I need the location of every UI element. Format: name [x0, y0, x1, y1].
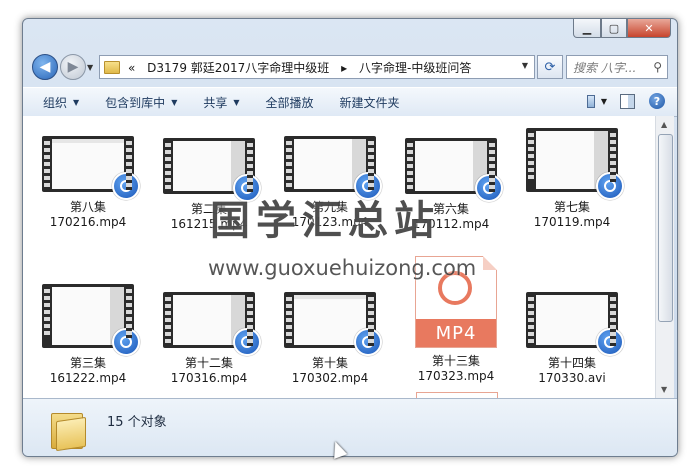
- watermark-url: www.guoxuehuizong.com: [208, 256, 477, 280]
- share-label: 共享: [203, 95, 228, 110]
- item-count: 15 个对象: [107, 415, 167, 430]
- media-player-icon: [596, 328, 624, 356]
- organize-label: 组织: [43, 95, 68, 110]
- file-name: 第十二集 170316.mp4: [170, 356, 248, 385]
- include-library-label: 包含到库中: [105, 95, 166, 110]
- watermark-title: 国学汇总站: [210, 198, 440, 244]
- file-name: 第三集 161222.mp4: [49, 356, 127, 385]
- file-item[interactable]: 第三集 161222.mp4: [38, 284, 140, 386]
- breadcrumb-item[interactable]: 八字命理-中级班问答: [359, 61, 471, 75]
- back-button[interactable]: ◀: [32, 54, 58, 80]
- window-controls: ▁ ▢ ✕: [573, 19, 671, 38]
- chevron-down-icon: ▼: [73, 97, 80, 107]
- toolbar-right: ▼ ?: [577, 92, 667, 110]
- media-player-icon: [354, 328, 382, 356]
- video-thumbnail: [163, 138, 261, 202]
- new-folder-button[interactable]: 新建文件夹: [334, 94, 406, 111]
- address-row: ◀ ▶ ▼ « D3179 郭廷2017八字命理中级班 ▸ 八字命理-中级班问答…: [23, 49, 677, 81]
- view-icon: [587, 94, 595, 108]
- maximize-button[interactable]: ▢: [601, 19, 627, 38]
- file-name: 第十三集 170323.mp4: [417, 354, 495, 383]
- organize-menu[interactable]: 组织 ▼: [37, 94, 85, 111]
- media-player-icon: [596, 172, 624, 200]
- breadcrumb-item[interactable]: D3179 郭廷2017八字命理中级班: [147, 61, 329, 75]
- include-library-menu[interactable]: 包含到库中 ▼: [99, 94, 183, 111]
- scroll-down-icon[interactable]: ▼: [661, 385, 667, 394]
- search-input[interactable]: 搜索 八字... ⚲: [566, 55, 668, 79]
- video-thumbnail: [405, 138, 503, 202]
- file-item[interactable]: 第七集 170119.mp4: [522, 128, 624, 230]
- refresh-button[interactable]: ⟳: [537, 55, 563, 79]
- file-item[interactable]: 第十四集 170330.avi: [522, 292, 624, 386]
- scrollbar-thumb[interactable]: [658, 134, 673, 322]
- video-thumbnail: [284, 136, 382, 200]
- search-placeholder: 搜索 八字...: [573, 60, 637, 75]
- file-name: 第七集 170119.mp4: [533, 200, 611, 229]
- file-name: 第十四集 170330.avi: [538, 356, 606, 385]
- chevron-down-icon: ▼: [600, 96, 607, 106]
- video-thumbnail: [163, 292, 261, 356]
- close-button[interactable]: ✕: [627, 19, 671, 38]
- video-thumbnail: [42, 284, 140, 356]
- share-menu[interactable]: 共享 ▼: [197, 94, 245, 111]
- title-bar: ▁ ▢ ✕: [23, 19, 677, 43]
- command-bar: 组织 ▼ 包含到库中 ▼ 共享 ▼ 全部播放 新建文件夹 ▼ ?: [23, 87, 677, 117]
- chevron-down-icon: ▼: [233, 97, 240, 107]
- video-thumbnail: [42, 136, 140, 200]
- preview-pane-icon: [619, 93, 635, 109]
- media-player-icon: [112, 328, 140, 356]
- help-button[interactable]: ?: [647, 92, 667, 110]
- vertical-scrollbar[interactable]: ▲ ▼: [655, 116, 674, 398]
- forward-button[interactable]: ▶: [60, 54, 86, 80]
- file-item[interactable]: 第十二集 170316.mp4: [159, 292, 261, 386]
- file-item[interactable]: 第八集 170216.mp4: [38, 136, 140, 230]
- file-name: 第十集 170302.mp4: [291, 356, 369, 385]
- media-player-icon: [112, 172, 140, 200]
- help-icon: ?: [649, 93, 665, 109]
- folder-icon: [104, 60, 120, 74]
- video-thumbnail: [526, 128, 624, 200]
- file-item[interactable]: 第十集 170302.mp4: [280, 292, 382, 386]
- video-thumbnail: [526, 292, 624, 356]
- history-dropdown-icon[interactable]: ▼: [87, 63, 93, 72]
- breadcrumb: « D3179 郭廷2017八字命理中级班 ▸ 八字命理-中级班问答: [128, 59, 479, 76]
- media-player-icon: [475, 174, 503, 202]
- change-view-button[interactable]: ▼: [587, 92, 607, 110]
- search-icon[interactable]: ⚲: [653, 60, 662, 74]
- play-all-button[interactable]: 全部播放: [260, 94, 320, 111]
- breadcrumb-overflow[interactable]: «: [128, 61, 135, 75]
- preview-pane-button[interactable]: [617, 92, 637, 110]
- scroll-up-icon[interactable]: ▲: [661, 120, 667, 129]
- folder-icon: [51, 409, 86, 452]
- mp4-badge: MP4: [416, 319, 496, 347]
- address-bar[interactable]: « D3179 郭廷2017八字命理中级班 ▸ 八字命理-中级班问答 ▼: [99, 55, 535, 79]
- breadcrumb-separator-icon[interactable]: ▸: [341, 61, 347, 75]
- details-pane: 15 个对象: [23, 398, 677, 456]
- minimize-button[interactable]: ▁: [573, 19, 601, 38]
- file-name: 第八集 170216.mp4: [49, 200, 127, 229]
- address-dropdown-icon[interactable]: ▼: [522, 61, 528, 70]
- video-thumbnail: [284, 292, 382, 356]
- media-player-icon: [233, 328, 261, 356]
- chevron-down-icon: ▼: [171, 97, 178, 107]
